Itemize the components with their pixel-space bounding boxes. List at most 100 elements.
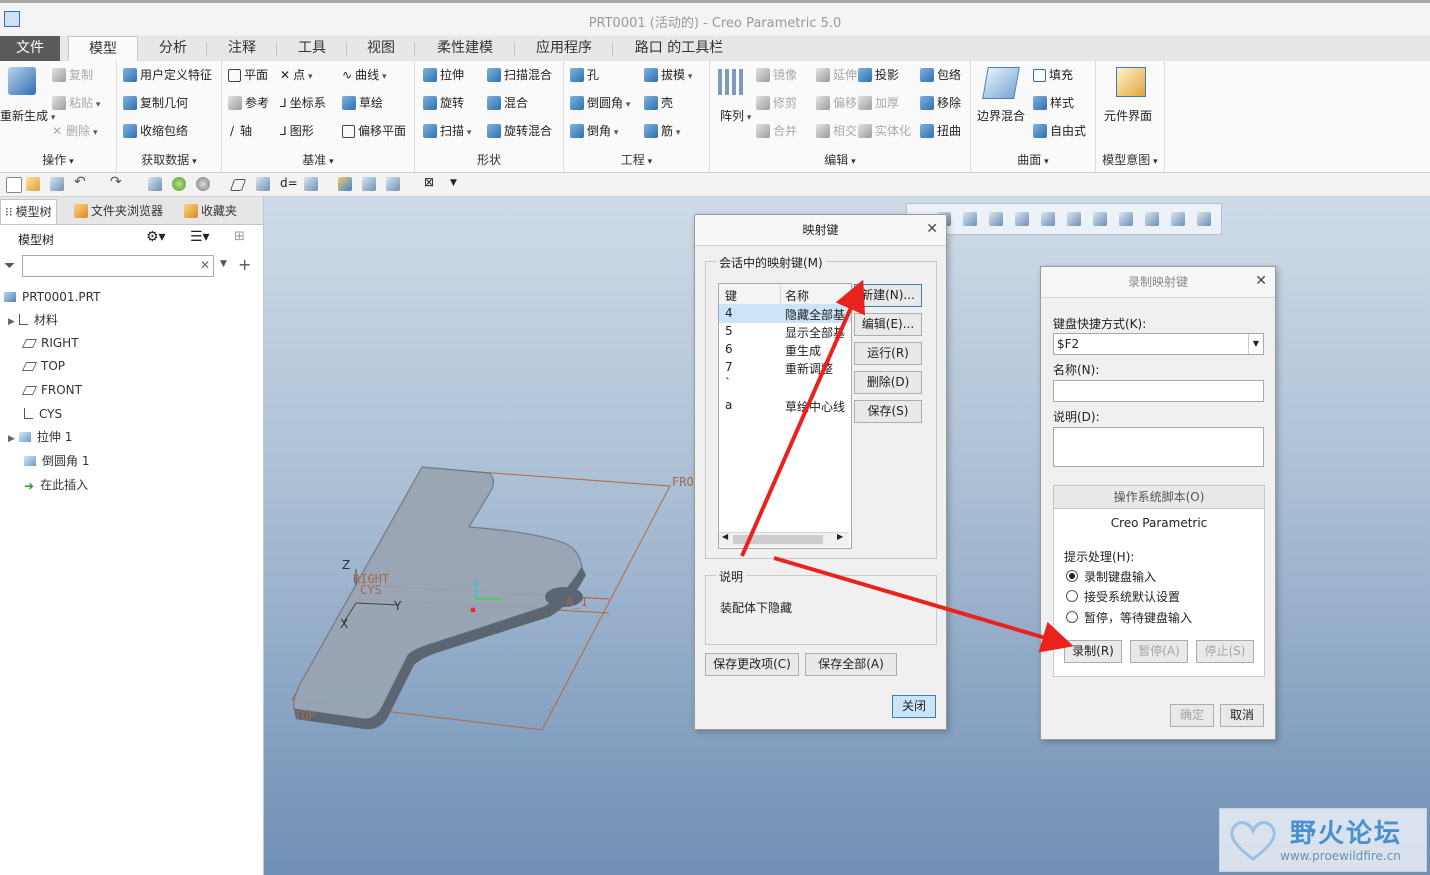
redo-icon[interactable]: ↷ [110,174,124,190]
tab-model-tree[interactable]: ⁝⁝ 模型树 [0,199,57,224]
intersect-button[interactable]: 相交 [816,122,857,140]
datum-display-icon[interactable] [1145,212,1159,226]
tree-search-input[interactable] [22,255,214,277]
option-accept-defaults[interactable]: 接受系统默认设置 [1066,588,1180,605]
tree-item-top[interactable]: TOP [21,355,65,377]
shell-button[interactable]: 壳 [644,94,673,112]
group-label-editing[interactable]: 编辑 [710,151,970,168]
thicken-button[interactable]: 加厚 [858,94,899,112]
scroll-right-icon[interactable]: ▶ [837,532,843,541]
expand-icon[interactable]: ▶ [8,434,15,444]
add-filter-icon[interactable]: + [238,255,251,274]
sketch-button[interactable]: 草绘 [342,94,383,112]
tree-item-cys[interactable]: CYS [24,403,62,425]
mirror-button[interactable]: 镜像 [756,66,797,84]
tab-annotate[interactable]: 注释 [208,36,276,61]
revolve-button[interactable]: 旋转 [423,94,464,112]
shrinkwrap-button[interactable]: 收缩包络 [123,122,188,140]
extrude-button[interactable]: 拉伸 [423,66,464,84]
description-input[interactable] [1053,427,1264,467]
project-button[interactable]: 投影 [858,66,899,84]
tree-filter-options-icon[interactable]: ⊞ [234,229,245,244]
tab-view[interactable]: 视图 [348,36,414,61]
wrap-button[interactable]: 包络 [920,66,961,84]
tab-favorites[interactable]: 收藏夹 [180,199,241,223]
mapkey-row[interactable]: 6 重生成 [719,341,851,359]
repaint-icon[interactable] [1015,212,1029,226]
dimension-icon[interactable]: d= [280,176,298,190]
group-label-surfaces[interactable]: 曲面 [971,151,1095,168]
perspective-icon[interactable] [1119,212,1133,226]
boundary-blend-icon[interactable] [982,67,1020,99]
horizontal-scrollbar[interactable]: ◀ ▶ [719,532,849,547]
tab-tools[interactable]: 工具 [278,36,346,61]
tree-settings-icon[interactable]: ⚙▾ [146,229,166,245]
open-file-icon[interactable] [26,177,40,191]
merge-button[interactable]: 合并 [756,122,797,140]
regenerate-icon[interactable] [8,67,36,95]
edit-mapkey-button[interactable]: 编辑(E)... [854,313,922,336]
name-input[interactable] [1053,380,1264,402]
shortcut-field[interactable]: $F2 ▼ [1053,333,1264,355]
axis-button[interactable]: / 轴 [230,122,252,140]
group-label-get-data[interactable]: 获取数据 [117,151,221,168]
radio-icon[interactable] [1066,611,1078,623]
run-mapkey-button[interactable]: 运行(R) [854,342,922,365]
display-style-icon[interactable] [1041,212,1055,226]
mapkey-row[interactable]: 7 重新调整 [719,359,851,377]
offset-plane-button[interactable]: 偏移平面 [342,122,406,140]
render-icon[interactable] [338,177,352,191]
sweep-button[interactable]: 扫描 [423,122,471,140]
clear-search-icon[interactable]: ✕ [200,258,210,272]
freestyle-button[interactable]: 自由式 [1033,122,1086,140]
tab-folder-browser[interactable]: 文件夹浏览器 [70,199,167,223]
radio-icon[interactable] [1066,590,1078,602]
trim-button[interactable]: 修剪 [756,94,797,112]
option-pause-for-input[interactable]: 暂停，等待键盘输入 [1066,609,1192,626]
mapkey-row[interactable]: 5 显示全部基 [719,323,851,341]
saved-views-icon[interactable] [1067,212,1081,226]
display-style-icon[interactable] [196,177,210,191]
view-manager-icon[interactable] [1093,212,1107,226]
plane-button[interactable]: 平面 [228,66,268,84]
new-file-icon[interactable] [6,177,22,193]
chamfer-button[interactable]: 倒角 [570,122,618,140]
appearance-icon[interactable] [172,177,186,191]
close-button[interactable]: 关闭 [892,695,936,718]
radio-selected-icon[interactable] [1066,570,1078,582]
scroll-thumb[interactable] [733,535,823,544]
column-key[interactable]: 键 [725,287,737,304]
assembly-icon[interactable] [362,177,376,191]
save-icon[interactable] [50,177,64,191]
shortcut-dropdown-icon[interactable]: ▼ [1248,334,1263,354]
curve-button[interactable]: ∿ 曲线 [342,66,386,84]
boundary-blend-button[interactable]: 边界混合 [977,107,1025,125]
component-interface-icon[interactable] [1116,67,1146,97]
style-button[interactable]: 样式 [1033,94,1074,112]
paste-button[interactable]: 粘贴 [52,94,100,112]
plane-display-icon[interactable] [229,179,247,191]
save-mapkey-button[interactable]: 保存(S) [854,400,922,423]
save-all-button[interactable]: 保存全部(A) [805,653,897,676]
zoom-out-icon[interactable] [963,212,977,226]
tree-item-material[interactable]: ▶ 材料 [8,309,58,331]
mapkey-row[interactable]: 4 隐藏全部基 [719,304,851,323]
graph-button[interactable]: ⅃ 图形 [280,122,314,140]
refit-icon[interactable] [989,212,1003,226]
group-label-datum[interactable]: 基准 [222,151,414,168]
tab-custom-toolbar[interactable]: 路口 的工具栏 [614,36,744,61]
pattern-button[interactable]: 阵列 [720,107,751,125]
csys-button[interactable]: ⅃ 坐标系 [280,94,326,112]
extend-button[interactable]: 延伸 [816,66,857,84]
column-name[interactable]: 名称 [785,287,809,304]
record-button[interactable]: 录制(R) [1064,640,1122,663]
windows-icon[interactable] [386,177,400,191]
expand-icon[interactable]: ▶ [8,317,15,327]
tree-item-part[interactable]: PRT0001.PRT [4,286,100,308]
twist-button[interactable]: 扭曲 [920,122,961,140]
annotation-display-icon[interactable] [1171,212,1185,226]
tree-columns-icon[interactable]: ☰▾ [190,229,210,245]
view-icon[interactable] [256,177,270,191]
round-button[interactable]: 倒圆角 [570,94,630,112]
reference-button[interactable]: 参考 [228,94,269,112]
